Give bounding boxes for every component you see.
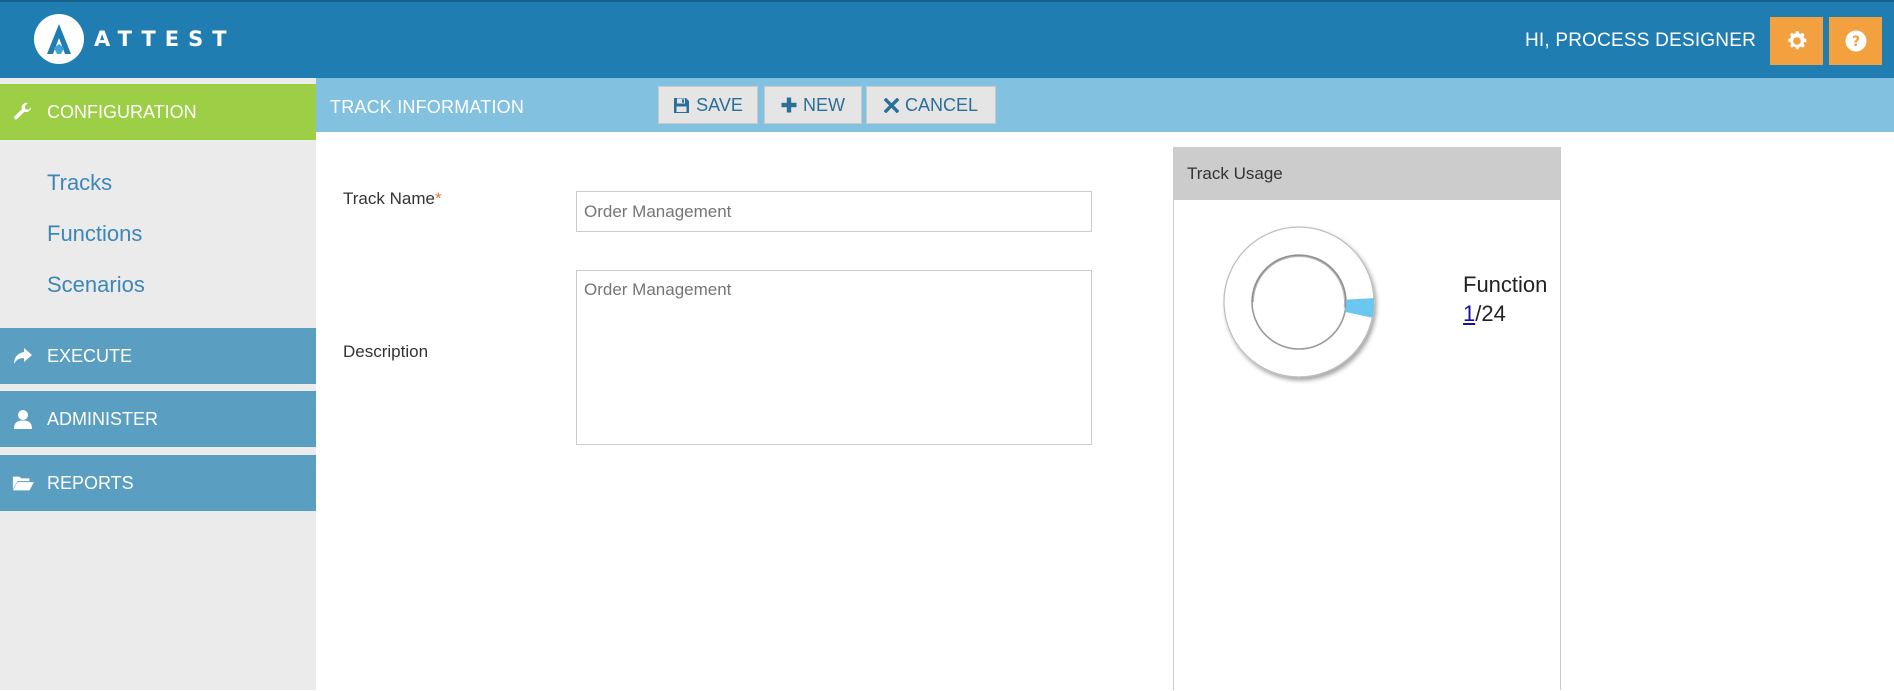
sidebar: CONFIGURATION Tracks Functions Scenarios… — [0, 78, 316, 690]
nav-administer[interactable]: ADMINISTER — [0, 391, 316, 447]
nav-execute-label: EXECUTE — [47, 345, 133, 366]
nav-configuration[interactable]: CONFIGURATION — [0, 84, 316, 140]
required-marker: * — [434, 189, 442, 208]
track-name-input[interactable] — [576, 191, 1092, 232]
track-usage-title: Track Usage — [1174, 148, 1560, 200]
toolbar: TRACK INFORMATION SAVE NEW CANCEL — [316, 78, 1894, 132]
description-label: Description — [343, 342, 429, 361]
sidebar-item-functions[interactable]: Functions — [47, 221, 142, 247]
help-button[interactable]: ? — [1829, 17, 1882, 65]
floppy-disk-icon — [674, 97, 690, 113]
share-arrow-icon — [12, 345, 34, 367]
usage-donut-chart — [1223, 226, 1375, 378]
svg-text:?: ? — [1851, 34, 1859, 50]
usage-total: /24 — [1475, 301, 1506, 326]
sidebar-item-tracks[interactable]: Tracks — [47, 170, 112, 196]
brand-name: ATTEST — [94, 27, 236, 51]
user-icon — [12, 408, 34, 430]
brand-logo[interactable]: ATTEST — [34, 14, 236, 64]
track-name-label-text: Track Name — [343, 189, 435, 208]
save-button[interactable]: SAVE — [658, 86, 758, 124]
usage-metric-label: Functions — [1463, 272, 1546, 297]
gear-icon — [1787, 31, 1806, 50]
wrench-icon — [12, 101, 34, 123]
cancel-button[interactable]: CANCEL — [866, 86, 996, 124]
save-button-label: SAVE — [696, 94, 743, 115]
new-button[interactable]: NEW — [764, 86, 862, 124]
track-usage-panel: Track Usage Functions 1/24 — [1173, 147, 1561, 690]
cancel-button-label: CANCEL — [904, 94, 979, 115]
plus-icon — [781, 97, 797, 113]
page-title: TRACK INFORMATION — [330, 97, 525, 117]
question-circle-icon: ? — [1845, 30, 1866, 52]
track-name-label: Track Name* — [343, 189, 442, 209]
user-greeting: HI, PROCESS DESIGNER — [1525, 30, 1756, 51]
close-icon — [883, 97, 899, 113]
settings-button[interactable] — [1770, 17, 1823, 65]
top-header: ATTEST HI, PROCESS DESIGNER ? — [0, 0, 1894, 78]
nav-administer-label: ADMINISTER — [47, 408, 159, 429]
folder-open-icon — [12, 472, 34, 494]
nav-reports[interactable]: REPORTS — [0, 455, 316, 511]
sidebar-item-scenarios[interactable]: Scenarios — [47, 272, 145, 298]
nav-configuration-label: CONFIGURATION — [47, 101, 197, 122]
new-button-label: NEW — [803, 94, 845, 115]
usage-value: 1/24 — [1463, 301, 1506, 327]
nav-execute[interactable]: EXECUTE — [0, 328, 316, 384]
usage-used-link[interactable]: 1 — [1463, 301, 1475, 326]
track-usage-body: Functions 1/24 — [1174, 200, 1560, 691]
description-textarea[interactable] — [576, 270, 1092, 445]
logo-mark-icon — [34, 14, 84, 64]
nav-reports-label: REPORTS — [47, 472, 134, 493]
